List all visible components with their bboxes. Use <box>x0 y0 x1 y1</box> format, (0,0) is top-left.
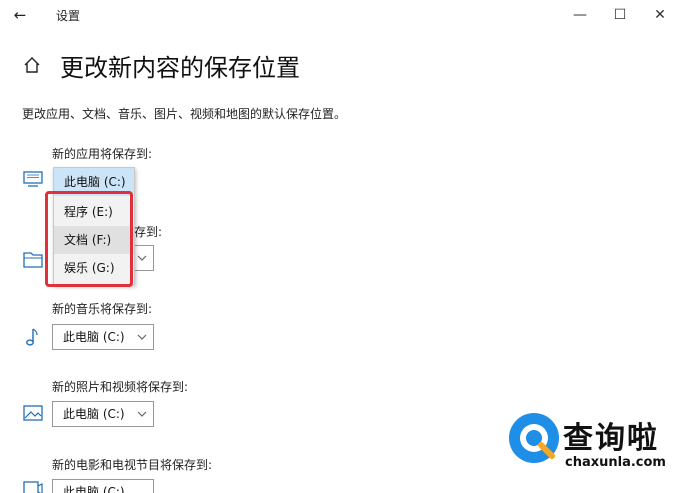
photos-save-value: 此电脑 (C:) <box>63 407 125 421</box>
chevron-down-icon <box>137 411 147 417</box>
movies-save-value: 此电脑 (C:) <box>63 485 125 493</box>
close-button[interactable]: ✕ <box>645 3 675 27</box>
docs-save-select[interactable] <box>133 245 154 271</box>
chevron-down-icon <box>137 334 147 340</box>
photos-save-label: 新的照片和视频将保存到: <box>52 380 189 394</box>
folder-icon <box>23 252 43 268</box>
watermark: 查询啦 chaxunla.com <box>505 405 670 485</box>
watermark-domain: chaxunla.com <box>565 455 666 470</box>
music-save-label: 新的音乐将保存到: <box>52 302 153 316</box>
home-icon[interactable] <box>22 55 42 75</box>
music-save-value: 此电脑 (C:) <box>63 330 125 344</box>
title-bar: ← 设置 — ☐ ✕ <box>0 0 682 30</box>
chevron-down-icon <box>137 255 147 261</box>
minimize-button[interactable]: — <box>565 3 595 27</box>
video-icon <box>23 481 43 493</box>
page-title: 更改新内容的保存位置 <box>60 54 300 82</box>
movies-save-select[interactable]: 此电脑 (C:) <box>52 479 154 493</box>
annotation-highlight-box <box>45 191 133 287</box>
watermark-brand: 查询啦 <box>563 421 659 456</box>
music-save-select[interactable]: 此电脑 (C:) <box>52 324 154 350</box>
music-note-icon <box>26 328 38 346</box>
monitor-icon <box>23 171 43 187</box>
page-description: 更改应用、文档、音乐、图片、视频和地图的默认保存位置。 <box>22 107 347 121</box>
movies-save-label: 新的电影和电视节目将保存到: <box>52 458 213 472</box>
back-button[interactable]: ← <box>8 4 32 26</box>
watermark-logo-icon <box>509 413 559 463</box>
docs-save-label: 存到: <box>134 225 163 239</box>
picture-icon <box>23 405 43 421</box>
photos-save-select[interactable]: 此电脑 (C:) <box>52 401 154 427</box>
maximize-button[interactable]: ☐ <box>605 3 635 27</box>
app-title: 设置 <box>56 9 81 23</box>
apps-save-label: 新的应用将保存到: <box>52 147 153 161</box>
